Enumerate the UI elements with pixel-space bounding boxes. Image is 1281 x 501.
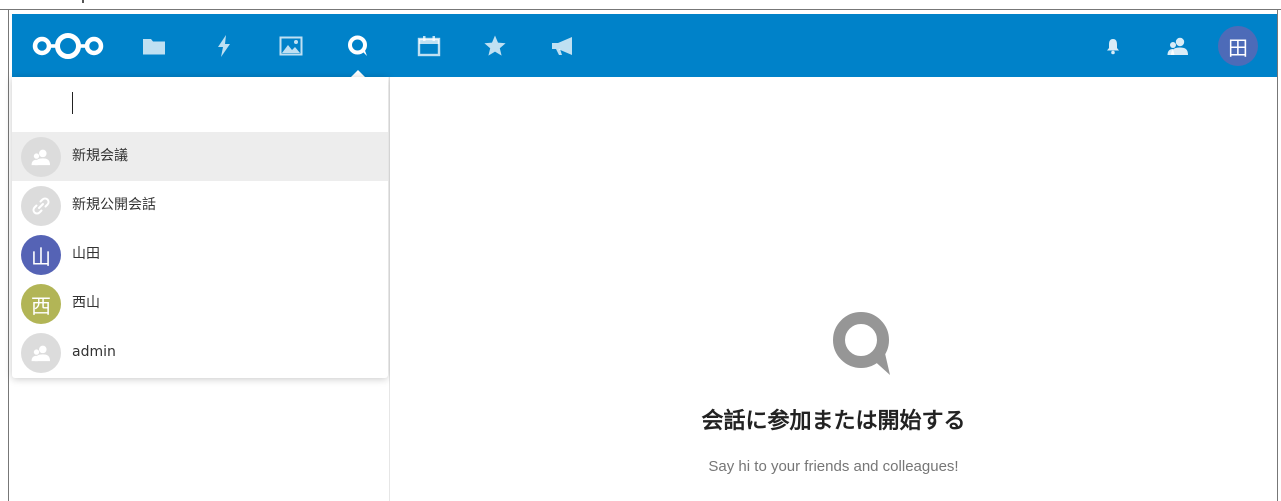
window-left-border bbox=[8, 10, 9, 501]
list-item-user-admin[interactable]: admin bbox=[12, 328, 388, 377]
main-content: 会話に参加または開始する Say hi to your friends and … bbox=[390, 77, 1277, 501]
empty-state-subtitle: Say hi to your friends and colleagues! bbox=[708, 458, 959, 475]
top-strip bbox=[0, 0, 1281, 10]
search-input[interactable] bbox=[12, 77, 388, 132]
bell-icon[interactable] bbox=[1098, 31, 1128, 61]
active-app-caret bbox=[351, 70, 365, 77]
strip-mark bbox=[82, 0, 84, 3]
text-cursor bbox=[72, 92, 73, 114]
star-icon[interactable] bbox=[480, 31, 510, 61]
empty-state-title: 会話に参加または開始する bbox=[701, 409, 966, 434]
user-group-icon bbox=[31, 345, 50, 362]
talk-icon[interactable] bbox=[343, 31, 373, 61]
list-item-label: admin bbox=[72, 344, 116, 360]
list-item-label: 新規公開会話 bbox=[72, 197, 156, 213]
list-item-new-meeting[interactable]: 新規会議 bbox=[12, 132, 388, 181]
avatar bbox=[21, 186, 61, 226]
list-item-new-public-conversation[interactable]: 新規公開会話 bbox=[12, 181, 388, 230]
megaphone-icon[interactable] bbox=[548, 31, 578, 61]
header-bar: 田 bbox=[12, 14, 1277, 77]
user-avatar[interactable]: 田 bbox=[1218, 26, 1258, 66]
app-window: 田 新規会議 新規公開会話 山 山田 西 西山 admin 会話に参加または開始… bbox=[0, 0, 1281, 501]
avatar bbox=[21, 333, 61, 373]
list-item-user-yamada[interactable]: 山 山田 bbox=[12, 230, 388, 279]
image-icon[interactable] bbox=[276, 31, 306, 61]
list-item-label: 西山 bbox=[72, 295, 100, 311]
folder-icon[interactable] bbox=[139, 31, 169, 61]
search-dropdown: 新規会議 新規公開会話 山 山田 西 西山 admin bbox=[12, 77, 388, 378]
user-avatar-letter: 田 bbox=[1228, 35, 1248, 60]
list-item-label: 新規会議 bbox=[72, 148, 128, 164]
list-item-user-nishiyama[interactable]: 西 西山 bbox=[12, 279, 388, 328]
avatar: 西 bbox=[21, 284, 61, 324]
avatar-letter: 山 bbox=[31, 244, 51, 269]
list-item-label: 山田 bbox=[72, 246, 100, 262]
lightning-icon[interactable] bbox=[209, 31, 239, 61]
nextcloud-logo-icon[interactable] bbox=[28, 31, 108, 61]
avatar: 山 bbox=[21, 235, 61, 275]
calendar-icon[interactable] bbox=[414, 31, 444, 61]
user-group-icon bbox=[31, 149, 50, 166]
contacts-icon[interactable] bbox=[1163, 31, 1193, 61]
avatar-letter: 西 bbox=[31, 293, 51, 318]
talk-icon bbox=[828, 309, 900, 381]
avatar bbox=[21, 137, 61, 177]
link-icon bbox=[32, 197, 50, 215]
window-right-border bbox=[1277, 10, 1278, 501]
